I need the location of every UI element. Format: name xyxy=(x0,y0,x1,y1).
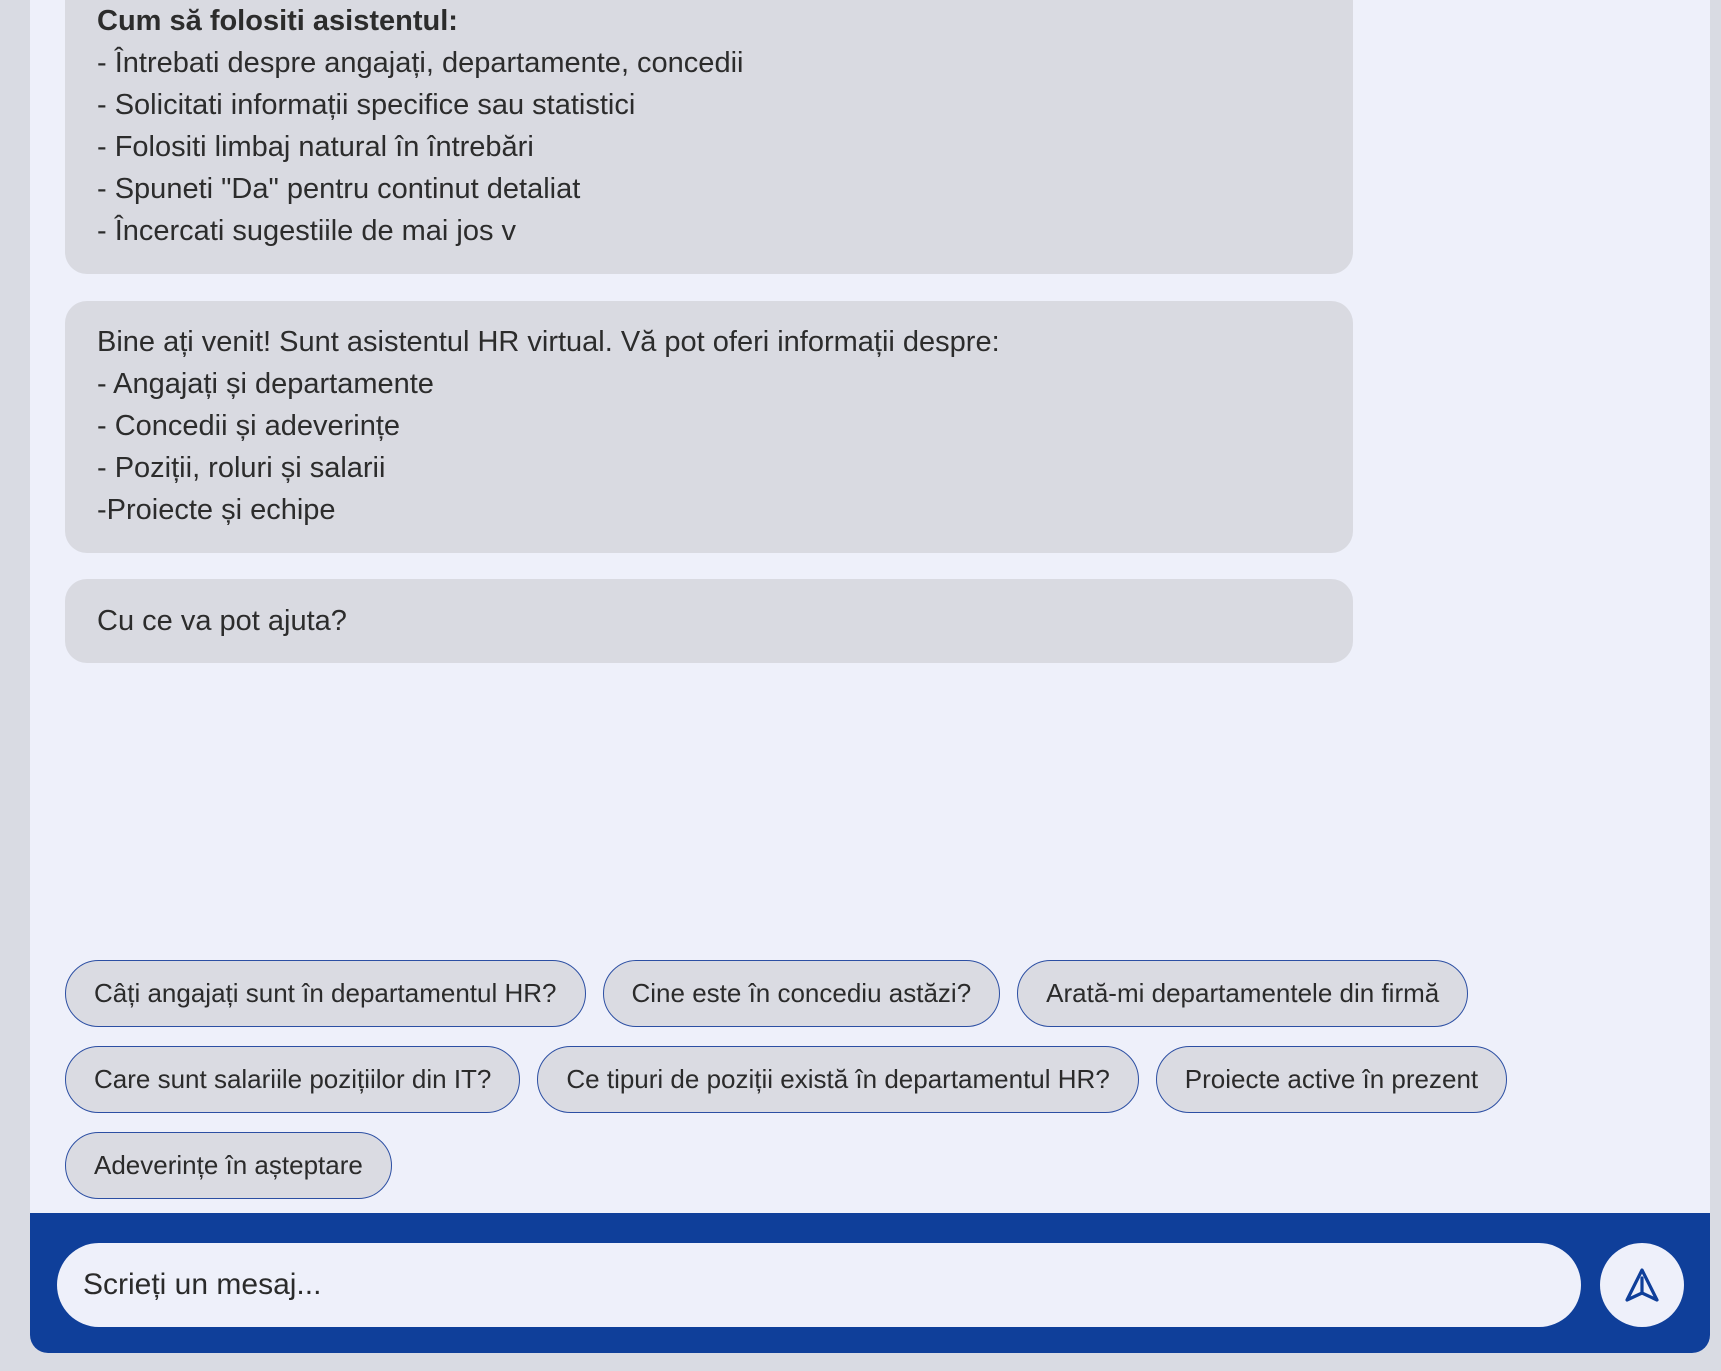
suggestion-chip-pending-certificates[interactable]: Adeverințe în așteptare xyxy=(65,1132,392,1199)
help-message-line: - Încercati sugestiile de mai jos v xyxy=(97,215,517,247)
chat-window: Cum să folositi asistentul: - Întrebati … xyxy=(30,0,1710,1353)
send-button[interactable] xyxy=(1600,1243,1684,1327)
suggestion-chip-it-salaries[interactable]: Care sunt salariile pozițiilor din IT? xyxy=(65,1046,521,1113)
welcome-message-line: Bine ați venit! Sunt asistentul HR virtu… xyxy=(97,326,1000,358)
help-message-line: - Solicitati informații specifice sau st… xyxy=(97,89,636,121)
suggestion-chips: Câți angajați sunt în departamentul HR? … xyxy=(65,960,1685,1218)
welcome-message-line: - Angajați și departamente xyxy=(97,368,434,400)
help-message-line: - Spuneti "Da" pentru continut detaliat xyxy=(97,173,581,205)
suggestion-chip-on-leave-today[interactable]: Cine este în concediu astăzi? xyxy=(602,960,1001,1027)
suggestion-row: Adeverințe în așteptare xyxy=(65,1132,1685,1199)
question-message-text: Cu ce va pot ajuta? xyxy=(97,605,347,637)
message-input[interactable] xyxy=(57,1243,1581,1327)
help-message-line: - Întrebati despre angajați, departament… xyxy=(97,47,744,79)
welcome-message-line: -Proiecte și echipe xyxy=(97,494,336,526)
help-message-title: Cum să folositi asistentul: xyxy=(97,5,458,37)
message-composer xyxy=(30,1213,1710,1353)
suggestion-row: Câți angajați sunt în departamentul HR? … xyxy=(65,960,1685,1027)
help-message-bubble: Cum să folositi asistentul: - Întrebati … xyxy=(65,0,1353,274)
help-message-line: - Folositi limbaj natural în întrebări xyxy=(97,131,534,163)
suggestion-chip-active-projects[interactable]: Proiecte active în prezent xyxy=(1155,1046,1508,1113)
welcome-message-line: - Concedii și adeverințe xyxy=(97,410,401,442)
suggestion-chip-hr-positions[interactable]: Ce tipuri de poziții există în departame… xyxy=(537,1046,1139,1113)
welcome-message-line: - Poziții, roluri și salarii xyxy=(97,452,386,484)
welcome-message-bubble: Bine ați venit! Sunt asistentul HR virtu… xyxy=(65,301,1353,553)
suggestion-chip-departments[interactable]: Arată-mi departamentele din firmă xyxy=(1017,960,1469,1027)
suggestion-chip-hr-employees[interactable]: Câți angajați sunt în departamentul HR? xyxy=(65,960,586,1027)
question-message-bubble: Cu ce va pot ajuta? xyxy=(65,579,1353,663)
send-icon xyxy=(1623,1266,1661,1304)
suggestion-row: Care sunt salariile pozițiilor din IT? C… xyxy=(65,1046,1685,1113)
